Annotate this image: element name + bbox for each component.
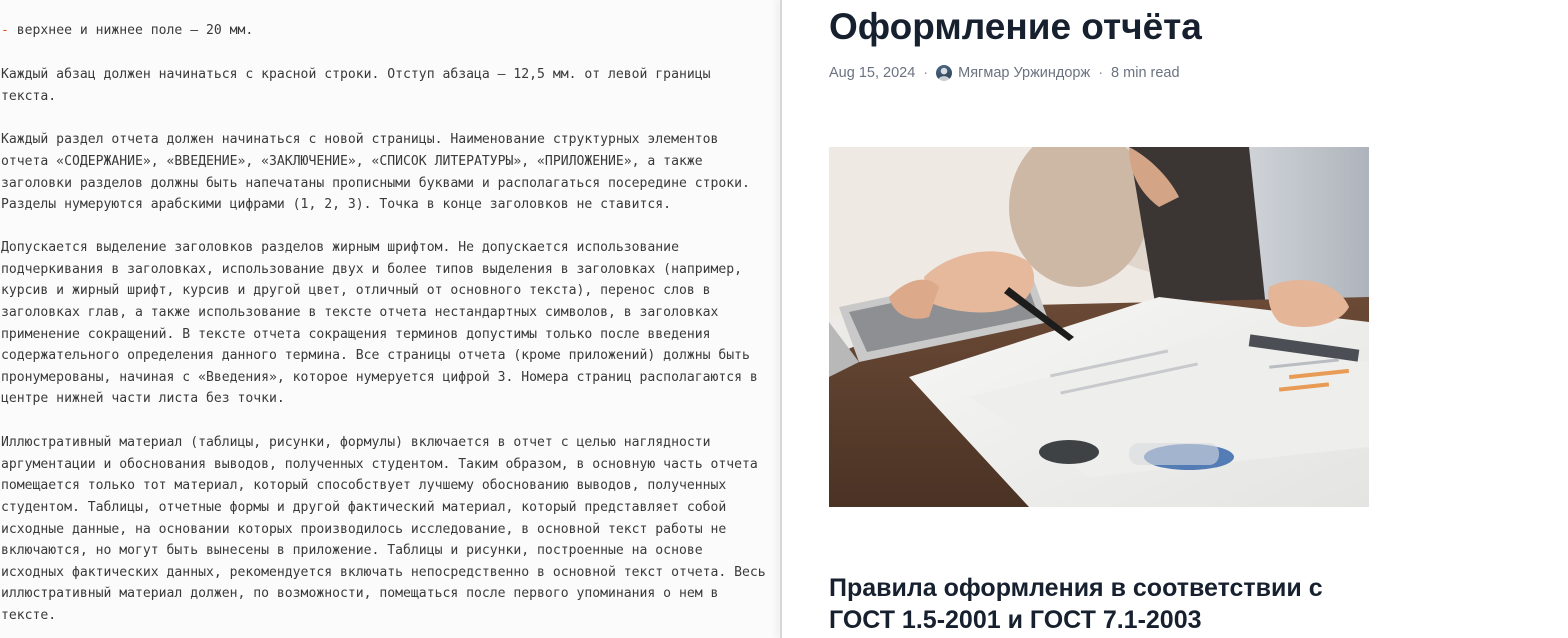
source-line: заголовках глав, а также использование в… (1, 305, 719, 320)
source-line: текста. (1, 89, 57, 104)
source-line: пронумерованы, начиная с «Введения», кот… (1, 370, 758, 385)
list-marker: - (1, 23, 9, 38)
source-line: Иллюстративный материал (таблицы, рисунк… (1, 435, 711, 450)
source-line: включаются, но могут быть вынесены в при… (1, 543, 703, 558)
author-link[interactable]: Мягмар Уржиндорж (958, 65, 1090, 81)
source-line: содержательного определения данного терм… (1, 348, 750, 363)
author-avatar-icon (936, 65, 953, 81)
meta-separator: · (1098, 65, 1104, 81)
read-time: 8 min read (1111, 65, 1180, 81)
source-line: Каждый абзац должен начинаться с красной… (1, 67, 711, 82)
source-line: подчеркивания в заголовках, использовани… (1, 262, 743, 277)
source-line: Допускается выделение заголовков раздело… (1, 240, 679, 255)
source-line: тексте. (1, 608, 57, 623)
hero-image (829, 147, 1369, 507)
app-root: - верхнее и нижнее поле – 20 мм. Каждый … (0, 0, 1568, 638)
meta-separator: · (923, 65, 929, 81)
source-line: Каждый раздел отчета должен начинаться с… (1, 132, 719, 147)
source-line: исходные данные, на основании которых пр… (1, 522, 727, 537)
source-line: помещается только тот материал, который … (1, 478, 727, 493)
source-line: исходных фактических данных, рекомендует… (1, 565, 766, 580)
source-line: курсив и жирный шрифт, курсив и другой ц… (1, 283, 711, 298)
source-line: Разделы нумеруются арабскими цифрами (1,… (1, 197, 672, 212)
source-line: иллюстративный материал должен, по возмо… (1, 586, 719, 601)
hero-photo-icon (829, 147, 1369, 507)
source-line: отчета «СОДЕРЖАНИЕ», «ВВЕДЕНИЕ», «ЗАКЛЮЧ… (1, 154, 703, 169)
source-line-list-item: - верхнее и нижнее поле – 20 мм. (1, 23, 254, 38)
post-title: Оформление отчёта (829, 6, 1202, 47)
source-line: студентом. Таблицы, отчетные формы и дру… (1, 500, 727, 515)
section-heading: Правила оформления в соответствии с ГОСТ… (829, 574, 1323, 634)
rendered-preview-pane[interactable]: Оформление отчёта Aug 15, 2024 · Мягмар … (782, 0, 1568, 638)
post-meta: Aug 15, 2024 · Мягмар Уржиндорж · 8 min … (829, 62, 1180, 84)
post-date: Aug 15, 2024 (829, 65, 916, 81)
source-line: аргументации и обоснования выводов, полу… (1, 457, 758, 472)
source-line: заголовки разделов должны быть напечатан… (1, 176, 750, 191)
source-line: применение сокращений. В тексте отчета с… (1, 327, 711, 342)
source-line: центре нижней части листа без точки. (1, 391, 285, 406)
markdown-source-pane[interactable]: - верхнее и нижнее поле – 20 мм. Каждый … (0, 0, 780, 638)
